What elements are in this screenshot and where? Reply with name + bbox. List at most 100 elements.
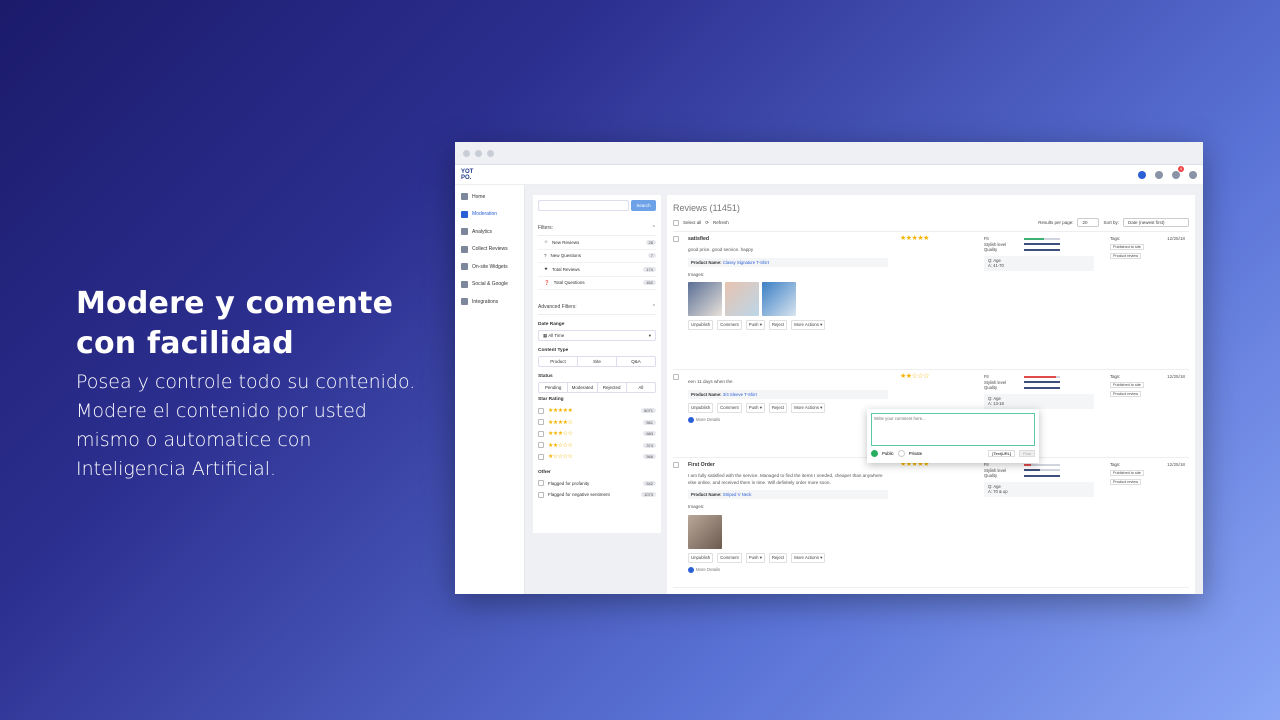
tag-published[interactable]: Published to site	[1110, 382, 1144, 388]
star-rating-checkbox[interactable]	[538, 453, 544, 460]
personalize-button[interactable]: [Text|URL]	[988, 450, 1015, 457]
review-action-comment[interactable]: Comment	[717, 320, 742, 330]
reviews-panel: Reviews (11451) Select all ⟳ Refresh Res…	[667, 195, 1195, 594]
window-titlebar	[455, 142, 1203, 165]
filter-item-count: 7	[647, 253, 656, 259]
chat-icon[interactable]	[1138, 170, 1146, 179]
review-action-comment[interactable]: Comment	[717, 552, 742, 563]
sidebar-item-moderation[interactable]: Moderation	[455, 206, 524, 224]
star-rating-checkbox[interactable]	[538, 430, 544, 437]
tag-published[interactable]: Published to site	[1110, 244, 1144, 250]
status-option[interactable]: Moderated	[568, 383, 598, 392]
attribute-label: Stylish level	[984, 379, 1007, 385]
review-action-comment[interactable]: Comment	[717, 402, 742, 413]
product-name-link[interactable]: Striped V Neck	[723, 492, 752, 497]
filters-header[interactable]: Filters: ⌃	[538, 219, 656, 236]
education-icon[interactable]	[1155, 170, 1163, 179]
filter-item[interactable]: ★ Total Reviews 174	[538, 263, 656, 277]
star-rating-row[interactable]: ★★★★★ 8071	[538, 405, 656, 417]
review-checkbox[interactable]	[673, 236, 679, 242]
review-checkbox[interactable]	[673, 374, 679, 380]
results-per-page-select[interactable]: 20	[1077, 218, 1100, 227]
account-icon[interactable]	[1189, 170, 1197, 179]
sidebar-item-analytics[interactable]: Analytics	[455, 223, 524, 241]
other-filter-row[interactable]: Flagged for negative sentiment 1073	[538, 489, 656, 501]
star-rating-checkbox[interactable]	[538, 407, 544, 414]
notifications-icon[interactable]: 4	[1172, 165, 1184, 179]
review-action-more-actions[interactable]: More Actions ▾	[791, 552, 826, 563]
product-name-link[interactable]: Classy Signature T-Shirt	[723, 260, 769, 265]
refresh-button[interactable]: Refresh	[713, 220, 729, 225]
status-option[interactable]: All	[627, 383, 655, 392]
star-rating-row[interactable]: ★★★☆☆ 683	[538, 428, 656, 440]
review-image-thumbnail[interactable]	[762, 282, 796, 316]
star-rating-checkbox[interactable]	[538, 419, 544, 426]
star-rating-row[interactable]: ★★☆☆☆ 374	[538, 440, 656, 452]
search-button[interactable]: Search	[631, 200, 656, 211]
star-rating-checkbox[interactable]	[538, 442, 544, 449]
review-action-unpublish[interactable]: Unpublish	[688, 552, 714, 563]
review-action-push[interactable]: Push ▾	[745, 320, 765, 330]
other-filter-row[interactable]: Flagged for profanity 542	[538, 478, 656, 490]
sidebar-item-social-google[interactable]: Social & Google	[455, 276, 524, 294]
yotpo-logo[interactable]: YOT PO.	[461, 169, 475, 181]
star-rating-stars: ★☆☆☆☆	[548, 454, 573, 461]
filter-item[interactable]: ? New Questions 7	[538, 250, 656, 263]
sidebar-item-home[interactable]: Home	[455, 188, 524, 206]
review-action-more-actions[interactable]: More Actions ▾	[791, 402, 826, 413]
window-dot[interactable]	[463, 149, 470, 157]
comment-input[interactable]	[871, 413, 1035, 446]
product-name-link[interactable]: 3/4 Sleeve T-Shirt	[723, 392, 757, 397]
content-type-option[interactable]: Product	[539, 357, 578, 366]
review-date: 12/25/18	[1167, 236, 1185, 241]
filter-item-label: New Questions	[550, 253, 582, 259]
chevron-up-icon: ⌃	[651, 304, 656, 310]
review-image-thumbnail[interactable]	[688, 282, 722, 316]
review-image-thumbnail[interactable]	[725, 282, 759, 316]
filter-item[interactable]: ☆ New Reviews 28	[538, 236, 656, 250]
star-rating-row[interactable]: ★★★★☆ 561	[538, 417, 656, 429]
review-action-more-actions[interactable]: More Actions ▾	[791, 320, 826, 330]
public-radio[interactable]	[871, 450, 878, 457]
refresh-icon[interactable]: ⟳	[705, 220, 709, 226]
sidebar-item-on-site-widgets[interactable]: On-site Widgets	[455, 258, 524, 276]
review-action-reject[interactable]: Reject	[768, 552, 788, 563]
review-action-reject[interactable]: Reject	[768, 320, 788, 330]
date-range-select[interactable]: ▦ All Time ▾	[538, 330, 656, 341]
other-filter-checkbox[interactable]	[538, 480, 544, 487]
tag-published[interactable]: Published to site	[1110, 470, 1144, 476]
more-details-link[interactable]: More Details	[688, 566, 888, 573]
review-action-reject[interactable]: Reject	[768, 402, 788, 413]
filter-item-label: Total Reviews	[552, 266, 580, 272]
status-option[interactable]: Rejected	[598, 383, 627, 392]
window-dot[interactable]	[475, 149, 482, 157]
review-action-push[interactable]: Push ▾	[745, 552, 765, 563]
sort-select[interactable]: Date (newest first)	[1123, 218, 1189, 227]
other-filter-checkbox[interactable]	[538, 491, 544, 498]
review-action-unpublish[interactable]: Unpublish	[688, 320, 714, 330]
content-type-option[interactable]: Q&A	[617, 357, 655, 366]
star-rating-row[interactable]: ★☆☆☆☆ 566	[538, 451, 656, 463]
tag-product-review[interactable]: Product review	[1110, 479, 1142, 485]
private-radio[interactable]	[897, 450, 905, 457]
question-circle-icon: ❓	[544, 279, 550, 285]
post-button[interactable]: Post	[1018, 450, 1035, 457]
tag-product-review[interactable]: Product review	[1110, 253, 1142, 259]
sidebar-item-integrations[interactable]: Integrations	[455, 293, 524, 311]
content-type-option[interactable]: Site	[578, 357, 617, 366]
review-image-thumbnail[interactable]	[688, 514, 722, 549]
sidebar-item-collect-reviews[interactable]: Collect Reviews	[455, 241, 524, 259]
window-dot[interactable]	[487, 149, 494, 157]
hero-body: Posea y controle todo su contenido. Mode…	[76, 371, 416, 480]
review-action-push[interactable]: Push ▾	[745, 402, 765, 413]
advanced-filters-header[interactable]: Advanced Filters: ⌃	[538, 298, 656, 315]
tag-product-review[interactable]: Product review	[1110, 391, 1142, 397]
search-input[interactable]	[538, 200, 629, 211]
attribute-label: Quality	[984, 247, 998, 253]
filter-item[interactable]: ❓ Total Questions 452	[538, 277, 656, 290]
status-option[interactable]: Pending	[539, 383, 569, 392]
review-checkbox[interactable]	[673, 462, 679, 468]
select-all-checkbox[interactable]	[673, 219, 679, 226]
review-action-unpublish[interactable]: Unpublish	[688, 402, 714, 413]
more-details-link[interactable]: More Details	[688, 416, 888, 423]
